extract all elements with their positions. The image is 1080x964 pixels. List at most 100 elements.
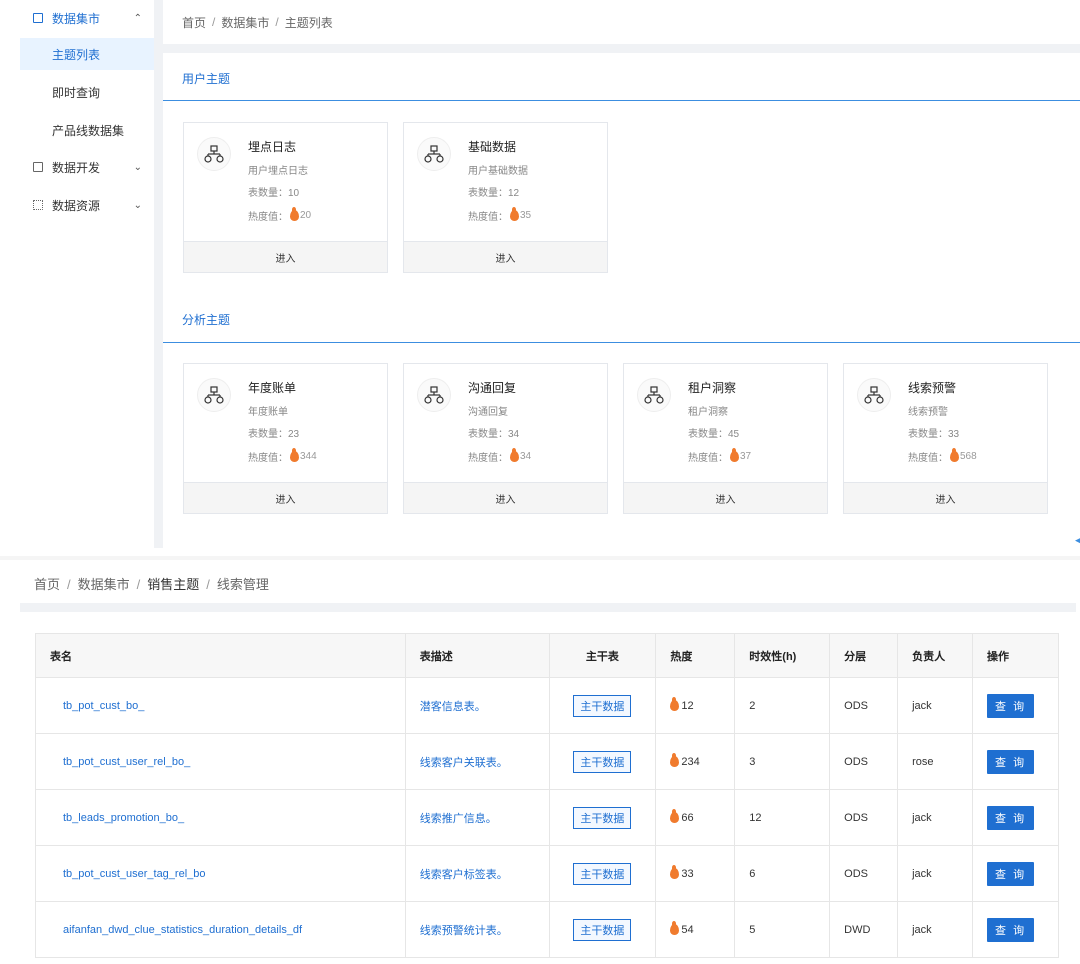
enter-button[interactable]: 进入: [624, 482, 827, 513]
heat-value: 12: [670, 697, 720, 712]
theme-card: 线索预警 线索预警 表数量：33 热度值： 568 进入: [843, 363, 1048, 514]
card-description: 用户基础数据: [468, 166, 528, 177]
sidebar-group-data-dev[interactable]: 数据开发 ⌄: [20, 149, 156, 185]
code-icon: [33, 162, 43, 172]
breadcrumb-data-mart[interactable]: 数据集市: [221, 14, 269, 31]
table-row: tb_leads_promotion_bo_ 线索推广信息。 主干数据 66 12 ODS…: [35, 789, 1059, 846]
card-description: 沟通回复: [468, 407, 508, 418]
table-description-link[interactable]: 线索推广信息。: [404, 789, 550, 846]
heat-value: 66: [670, 809, 720, 824]
table-name-link[interactable]: aifanfan_dwd_clue_statistics_duration_de…: [35, 901, 406, 958]
theme-card: 年度账单 年度账单 表数量：23 热度值： 344 进入: [183, 363, 388, 514]
card-table-count: 表数量：33: [908, 429, 960, 440]
section-title-user: 用户主题: [182, 72, 231, 86]
enter-button[interactable]: 进入: [404, 241, 607, 272]
table-row: tb_pot_cust_user_tag_rel_bo 线索客户标签表。 主干数据 3…: [35, 845, 1059, 902]
table-row: tb_pot_cust_user_rel_bo_ 线索客户关联表。 主干数据 234 3…: [35, 733, 1059, 790]
flame-icon: [670, 697, 680, 711]
flame-icon: [510, 207, 519, 221]
enter-button[interactable]: 进入: [184, 241, 387, 272]
theme-list-screen: 数据集市 ⌃ 主题列表 即时查询 产品线数据集 数据开发 ⌄ 数据资源 ⌄ 首页…: [0, 0, 1080, 548]
table-header-row: 表名 表描述 主干表 热度 时效性(h) 分层 负责人 操作: [35, 633, 1059, 678]
card-title: 租户洞察: [688, 381, 737, 395]
timeliness-cell: 6: [734, 845, 831, 902]
timeliness-cell: 12: [734, 789, 831, 846]
table-description-link[interactable]: 线索预警统计表。: [404, 901, 550, 958]
theme-card: 基础数据 用户基础数据 表数量：12 热度值： 35 进入: [403, 122, 608, 273]
card-heat: 热度值： 344: [248, 448, 317, 464]
card-title: 沟通回复: [468, 381, 517, 395]
sidebar-group-data-mart[interactable]: 数据集市 ⌃: [20, 0, 156, 36]
table-name-link[interactable]: tb_pot_cust_user_tag_rel_bo: [35, 845, 406, 902]
query-button[interactable]: 查 询: [987, 861, 1035, 886]
breadcrumb-lead-management: 首页 / 数据集市 / 销售主题 / 线索管理: [34, 577, 269, 592]
timeliness-cell: 3: [734, 733, 831, 790]
theme-card: 沟通回复 沟通回复 表数量：34 热度值： 34 进入: [403, 363, 608, 514]
topology-icon: [857, 378, 891, 412]
col-header-layer: 分层: [829, 633, 899, 678]
table-description-link[interactable]: 潜客信息表。: [404, 677, 550, 734]
flame-icon: [510, 448, 519, 462]
enter-button[interactable]: 进入: [844, 482, 1047, 513]
grid-icon: [33, 200, 43, 210]
flame-icon: [290, 207, 299, 221]
backbone-badge: 主干数据: [573, 750, 632, 773]
table-name-link[interactable]: tb_leads_promotion_bo_: [35, 789, 406, 846]
breadcrumb-home[interactable]: 首页: [34, 577, 60, 592]
sidebar-divider: [154, 0, 163, 548]
card-title: 基础数据: [468, 140, 517, 154]
col-header-timeliness: 时效性(h): [734, 633, 831, 678]
heat-value: 33: [670, 865, 720, 880]
topology-icon: [197, 137, 231, 171]
heat-value: 54: [670, 921, 720, 936]
query-button[interactable]: 查 询: [987, 917, 1035, 942]
card-description: 用户埋点日志: [248, 166, 308, 177]
table-row: aifanfan_dwd_clue_statistics_duration_de…: [35, 901, 1059, 958]
col-header-table-name: 表名: [35, 633, 406, 678]
lead-table: 表名 表描述 主干表 热度 时效性(h) 分层 负责人 操作 tb_pot_cu…: [35, 633, 1059, 958]
query-button[interactable]: 查 询: [987, 749, 1035, 774]
card-description: 租户洞察: [688, 407, 728, 418]
table-description-link[interactable]: 线索客户标签表。: [404, 845, 550, 902]
card-table-count: 表数量：23: [248, 429, 300, 440]
card-table-count: 表数量：34: [468, 429, 520, 440]
card-table-count: 表数量：10: [248, 188, 300, 199]
table-name-link[interactable]: tb_pot_cust_bo_: [35, 677, 406, 734]
table-description-link[interactable]: 线索客户关联表。: [404, 733, 550, 790]
flame-icon: [670, 921, 680, 935]
card-title: 年度账单: [248, 381, 297, 395]
query-button[interactable]: 查 询: [987, 693, 1035, 718]
backbone-badge: 主干数据: [573, 862, 632, 885]
card-description: 年度账单: [248, 407, 288, 418]
layer-cell: ODS: [829, 845, 899, 902]
layer-cell: ODS: [829, 789, 899, 846]
breadcrumb-current: 主题列表: [284, 15, 333, 30]
sidebar-item-instant-query[interactable]: 即时查询: [20, 76, 156, 108]
breadcrumb-current: 线索管理: [216, 577, 269, 592]
col-header-action: 操作: [972, 633, 1059, 678]
sidebar-item-theme-list[interactable]: 主题列表: [20, 38, 156, 70]
card-heat: 热度值： 35: [468, 207, 532, 223]
collapse-handle-icon[interactable]: ◀: [1075, 535, 1080, 546]
breadcrumb-sales-theme[interactable]: 销售主题: [147, 577, 199, 592]
owner-cell: jack: [897, 789, 974, 846]
sidebar-group-data-resource[interactable]: 数据资源 ⌄: [20, 187, 156, 223]
sidebar: 数据集市 ⌃ 主题列表 即时查询 产品线数据集 数据开发 ⌄ 数据资源 ⌄: [20, 0, 156, 548]
sidebar-item-product-dataset[interactable]: 产品线数据集: [20, 114, 156, 146]
table-icon: [33, 13, 43, 23]
breadcrumb-home[interactable]: 首页: [182, 14, 206, 31]
chevron-up-icon: ⌃: [133, 12, 142, 24]
table-name-link[interactable]: tb_pot_cust_user_rel_bo_: [35, 733, 406, 790]
topology-icon: [417, 378, 451, 412]
flame-icon: [670, 809, 680, 823]
query-button[interactable]: 查 询: [987, 805, 1035, 830]
owner-cell: jack: [897, 845, 974, 902]
backbone-badge: 主干数据: [573, 694, 632, 717]
backbone-badge: 主干数据: [573, 918, 632, 941]
layer-cell: ODS: [829, 733, 899, 790]
card-heat: 热度值： 568: [908, 448, 977, 464]
col-header-owner: 负责人: [897, 633, 974, 678]
enter-button[interactable]: 进入: [404, 482, 607, 513]
breadcrumb-data-mart[interactable]: 数据集市: [78, 577, 130, 592]
enter-button[interactable]: 进入: [184, 482, 387, 513]
